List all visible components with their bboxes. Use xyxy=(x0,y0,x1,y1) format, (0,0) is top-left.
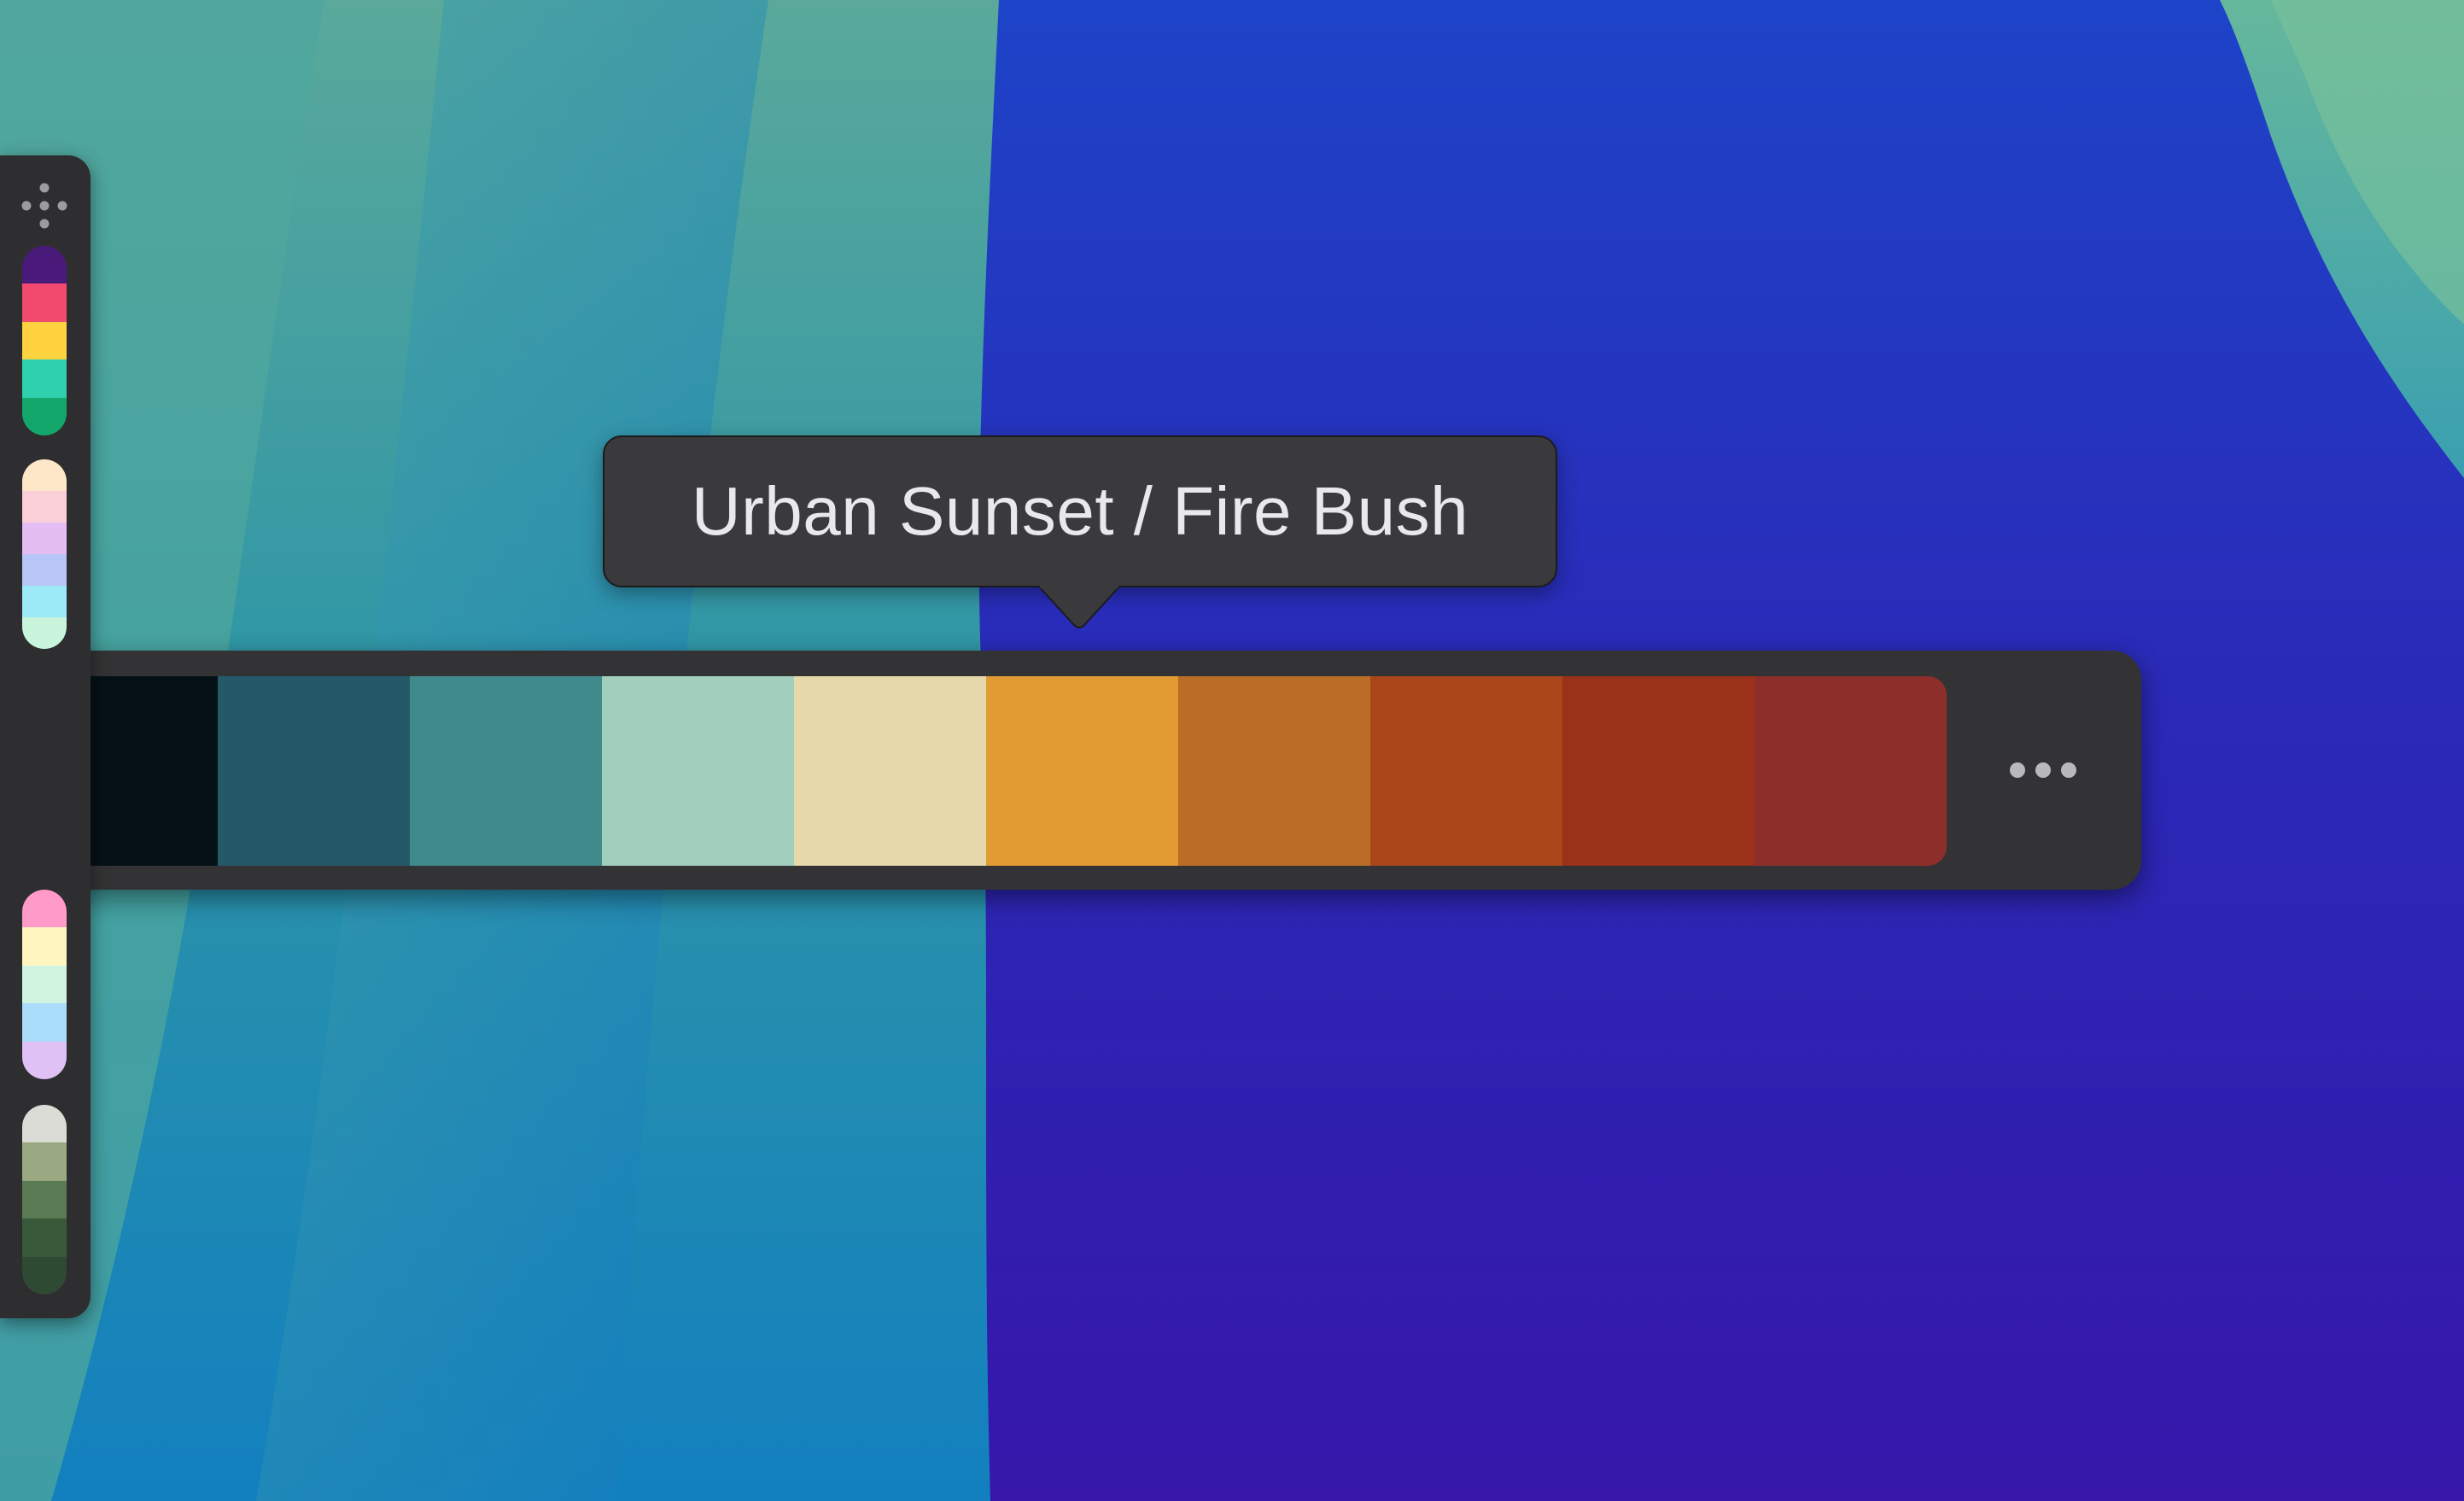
swatch-9[interactable] xyxy=(1562,676,1755,866)
palette-preview-band xyxy=(22,491,67,523)
palette-preview-3[interactable] xyxy=(22,890,67,1079)
swatch-7[interactable] xyxy=(1178,676,1370,866)
palette-preview-band xyxy=(22,927,67,966)
palette-preview-band xyxy=(22,1041,67,1079)
palette-preview-band xyxy=(22,554,67,586)
swatch-6[interactable] xyxy=(986,676,1178,866)
palette-preview-band xyxy=(22,1105,67,1143)
more-options-button[interactable] xyxy=(1996,745,2090,796)
palette-preview-band xyxy=(22,586,67,617)
palette-preview-band xyxy=(22,321,67,360)
palette-preview-band xyxy=(22,523,67,554)
palette-preview-band xyxy=(22,965,67,1004)
tooltip-text: Urban Sunset / Fire Bush xyxy=(691,473,1469,549)
palette-preview-band xyxy=(22,1142,67,1181)
ellipsis-icon xyxy=(2061,762,2076,778)
ellipsis-icon xyxy=(2010,762,2025,778)
palette-preview-band xyxy=(22,1256,67,1294)
swatch-4[interactable] xyxy=(602,676,794,866)
swatch-5[interactable] xyxy=(794,676,986,866)
palette-preview-1[interactable] xyxy=(22,246,67,435)
palette-preview-band xyxy=(22,890,67,928)
swatch-2[interactable] xyxy=(218,676,410,866)
palette-preview-band xyxy=(22,283,67,322)
palette-rail xyxy=(0,155,91,1318)
active-palette-swatches[interactable] xyxy=(26,676,1947,866)
drag-move-icon[interactable] xyxy=(20,181,69,231)
palette-bar xyxy=(0,651,2141,890)
palette-preview-band xyxy=(22,1003,67,1042)
swatch-8[interactable] xyxy=(1370,676,1562,866)
palette-preview-2[interactable] xyxy=(22,459,67,649)
palette-preview-band xyxy=(22,246,67,284)
palette-preview-band xyxy=(22,359,67,398)
palette-name-tooltip: Urban Sunset / Fire Bush xyxy=(603,435,1557,587)
palette-preview-band xyxy=(22,397,67,435)
swatch-10[interactable] xyxy=(1755,676,1947,866)
palette-preview-4[interactable] xyxy=(22,1105,67,1294)
swatch-3[interactable] xyxy=(410,676,602,866)
tooltip-arrow xyxy=(1038,586,1120,628)
palette-preview-band xyxy=(22,617,67,649)
ellipsis-icon xyxy=(2035,762,2051,778)
palette-preview-band xyxy=(22,1180,67,1219)
palette-preview-band xyxy=(22,459,67,491)
palette-preview-band xyxy=(22,1218,67,1257)
